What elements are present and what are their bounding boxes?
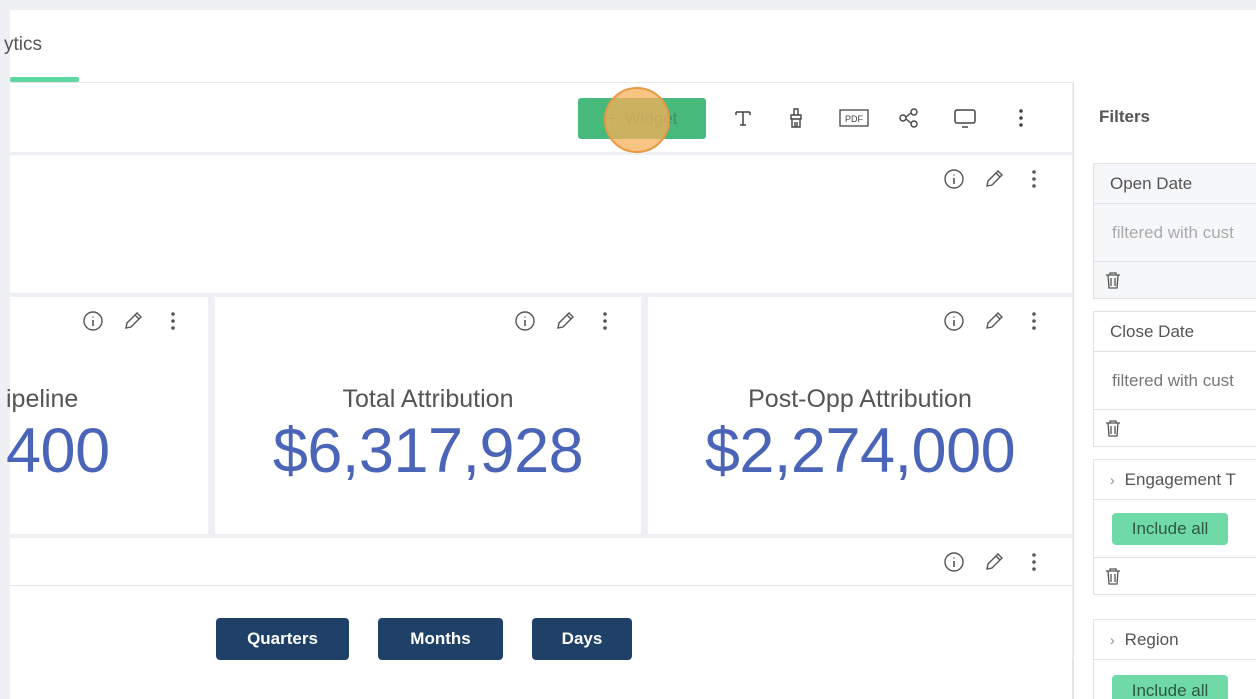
- filter-value[interactable]: filtered with cust: [1094, 204, 1256, 262]
- filter-value[interactable]: filtered with cust: [1094, 352, 1256, 410]
- edit-pencil-icon[interactable]: [982, 309, 1006, 333]
- metric-value: $6,317,928: [272, 416, 584, 486]
- filter-region: › Region Include all: [1093, 619, 1256, 699]
- card-actions: [942, 550, 1046, 574]
- range-button-days[interactable]: Days: [532, 618, 632, 660]
- include-all-button[interactable]: Include all: [1112, 512, 1228, 545]
- metric-label: ipeline: [6, 385, 79, 413]
- more-vertical-icon[interactable]: [1022, 167, 1046, 191]
- plus-icon: +: [606, 108, 617, 128]
- filter-value: Include all: [1094, 660, 1256, 699]
- edit-pencil-icon[interactable]: [982, 550, 1006, 574]
- share-icon[interactable]: [896, 105, 922, 131]
- trash-icon[interactable]: [1094, 410, 1256, 446]
- dashboard-main: + Widget PDF ipeline 400 Total Attributi…: [6, 82, 1072, 699]
- filter-open-date: Open Date filtered with cust: [1093, 163, 1256, 299]
- filters-title: Filters: [1099, 107, 1151, 126]
- info-icon[interactable]: [942, 309, 966, 333]
- more-vertical-icon[interactable]: [161, 309, 185, 333]
- card-actions: [81, 309, 185, 333]
- tab-analytics[interactable]: ytics: [4, 10, 79, 82]
- text-icon[interactable]: [730, 105, 756, 131]
- card-actions: [513, 309, 617, 333]
- chevron-right-icon: ›: [1110, 631, 1115, 648]
- filter-name[interactable]: › Region: [1094, 620, 1256, 660]
- metric-label: Total Attribution: [342, 385, 514, 413]
- more-vertical-icon[interactable]: [593, 309, 617, 333]
- more-vertical-icon[interactable]: [1008, 105, 1034, 131]
- filter-name[interactable]: Open Date: [1094, 164, 1256, 204]
- add-widget-label: Widget: [624, 108, 678, 128]
- top-header: ytics: [4, 10, 1256, 82]
- edit-pencil-icon[interactable]: [553, 309, 577, 333]
- paint-brush-icon[interactable]: [783, 105, 809, 131]
- widget-card-timeline-header: [10, 538, 1072, 586]
- filter-name[interactable]: › Engagement T: [1094, 460, 1256, 500]
- filters-panel: Filters Open Date filtered with cust Clo…: [1073, 82, 1256, 699]
- card-actions: [942, 309, 1046, 333]
- widget-card-top: [10, 155, 1072, 293]
- metric-card-total-attribution: Total Attribution $6,317,928: [215, 297, 641, 534]
- metric-label: Post-Opp Attribution: [748, 385, 972, 413]
- widget-card-timeline: Quarters Months Days: [10, 586, 1072, 699]
- metric-card-pipeline: ipeline 400: [6, 297, 208, 534]
- range-button-quarters[interactable]: Quarters: [216, 618, 349, 660]
- trash-icon[interactable]: [1094, 262, 1256, 298]
- filter-value: Include all: [1094, 500, 1256, 558]
- metric-value: 400: [6, 416, 110, 486]
- include-all-button[interactable]: Include all: [1112, 675, 1228, 699]
- info-icon[interactable]: [942, 167, 966, 191]
- edit-pencil-icon[interactable]: [121, 309, 145, 333]
- more-vertical-icon[interactable]: [1022, 550, 1046, 574]
- filter-name-label: Region: [1124, 629, 1179, 649]
- trash-icon[interactable]: [1094, 558, 1256, 594]
- range-button-months[interactable]: Months: [378, 618, 503, 660]
- dashboard-toolbar: + Widget PDF: [10, 82, 1072, 153]
- filter-close-date: Close Date filtered with cust: [1093, 311, 1256, 447]
- monitor-icon[interactable]: [952, 105, 978, 131]
- more-vertical-icon[interactable]: [1022, 309, 1046, 333]
- info-icon[interactable]: [942, 550, 966, 574]
- filter-name[interactable]: Close Date: [1094, 312, 1256, 352]
- metric-card-post-opp-attribution: Post-Opp Attribution $2,274,000: [648, 297, 1072, 534]
- tab-label: ytics: [4, 34, 42, 55]
- pdf-icon[interactable]: PDF: [838, 105, 870, 131]
- info-icon[interactable]: [81, 309, 105, 333]
- filter-engagement-type: › Engagement T Include all: [1093, 459, 1256, 595]
- add-widget-button[interactable]: + Widget: [578, 98, 706, 139]
- edit-pencil-icon[interactable]: [982, 167, 1006, 191]
- filter-name-label: Engagement T: [1124, 469, 1236, 489]
- card-actions: [942, 167, 1046, 191]
- pdf-text: PDF: [845, 114, 864, 124]
- chevron-right-icon: ›: [1110, 471, 1115, 488]
- info-icon[interactable]: [513, 309, 537, 333]
- metric-value: $2,274,000: [704, 416, 1016, 486]
